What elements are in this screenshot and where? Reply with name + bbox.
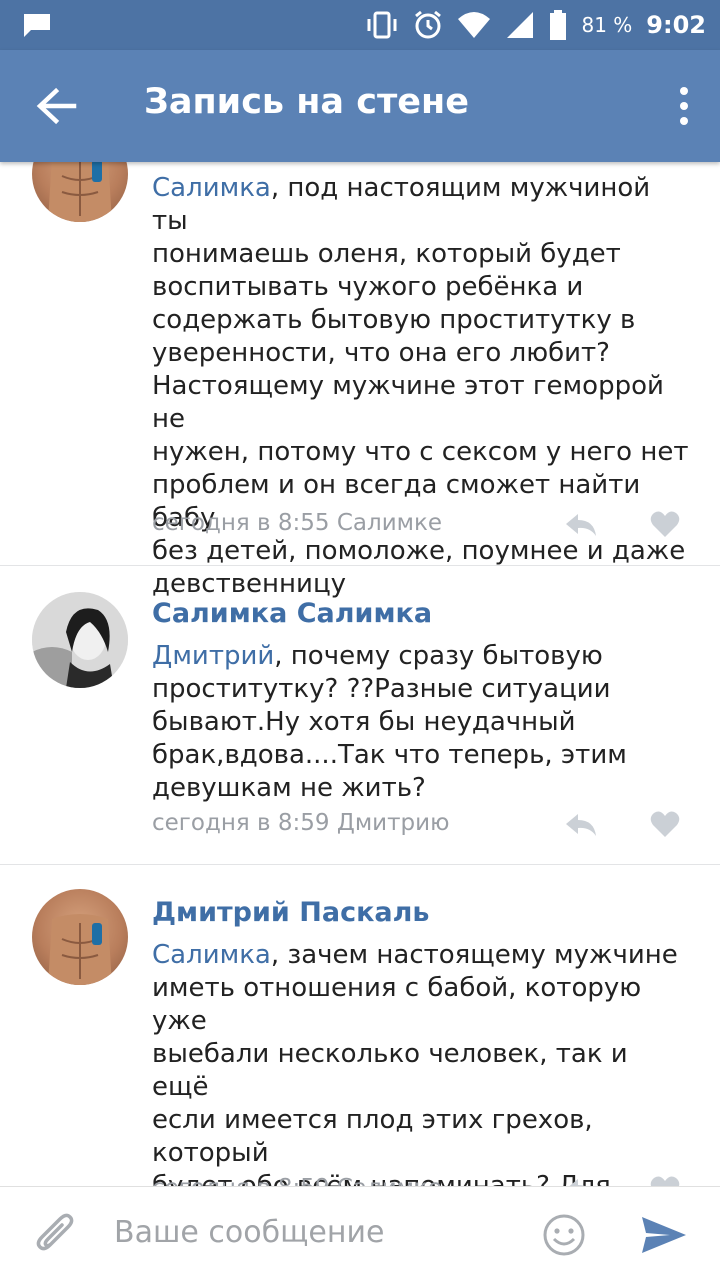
mention-link[interactable]: Дмитрий <box>152 641 274 671</box>
heart-icon[interactable] <box>650 810 680 838</box>
mention-link[interactable]: Салимка <box>152 173 271 203</box>
avatar-photo-icon <box>48 914 112 985</box>
reply-icon[interactable] <box>564 812 598 838</box>
divider <box>0 565 720 566</box>
avatar[interactable] <box>32 592 128 688</box>
reply-icon[interactable] <box>564 1177 598 1186</box>
comment-meta: сегодня в 8:59 Салимке <box>152 1175 442 1186</box>
heart-icon[interactable] <box>650 510 680 538</box>
send-icon[interactable] <box>640 1215 688 1255</box>
vibrate-icon <box>367 11 397 39</box>
avatar-photo-icon <box>32 592 128 688</box>
comment-author[interactable]: Дмитрий Паскаль <box>152 897 429 928</box>
avatar[interactable] <box>32 889 128 985</box>
heart-icon[interactable] <box>650 1175 680 1186</box>
reply-icon[interactable] <box>564 512 598 538</box>
comment-text: Салимка, под настоящим мужчиной ты поним… <box>152 173 689 599</box>
alarm-icon <box>415 10 442 39</box>
comment-meta: сегодня в 8:55 Салимке <box>152 510 443 536</box>
wifi-icon <box>458 12 491 38</box>
avatar[interactable] <box>32 162 128 222</box>
signal-icon <box>507 12 534 38</box>
comment-meta: сегодня в 8:59 Дмитрию <box>152 810 450 836</box>
paperclip-icon[interactable] <box>36 1211 76 1257</box>
comment-text: Салимка, зачем настоящему мужчине иметь … <box>152 940 678 1186</box>
app-bar: Запись на стене <box>0 50 720 162</box>
clock: 9:02 <box>646 11 706 39</box>
comment-text: Дмитрий, почему сразу бытовую проститутк… <box>152 641 627 803</box>
mention-link[interactable]: Салимка <box>152 940 271 970</box>
avatar-photo-icon <box>48 162 112 222</box>
battery-icon <box>550 10 567 40</box>
divider <box>0 864 720 865</box>
back-arrow-icon[interactable] <box>34 84 78 128</box>
more-options-icon[interactable] <box>676 86 692 126</box>
page-title: Запись на стене <box>144 82 469 122</box>
comment-author[interactable]: Салимка Салимка <box>152 598 432 629</box>
message-composer: Ваше сообщение <box>0 1186 720 1281</box>
battery-percent: 81 % <box>581 13 633 37</box>
status-bar: 81 % 9:02 <box>0 0 720 50</box>
message-input[interactable]: Ваше сообщение <box>114 1211 514 1255</box>
emoji-icon[interactable] <box>542 1213 586 1257</box>
comments-feed[interactable]: Салимка, под настоящим мужчиной ты поним… <box>0 162 720 1186</box>
message-notification-icon <box>24 14 50 37</box>
